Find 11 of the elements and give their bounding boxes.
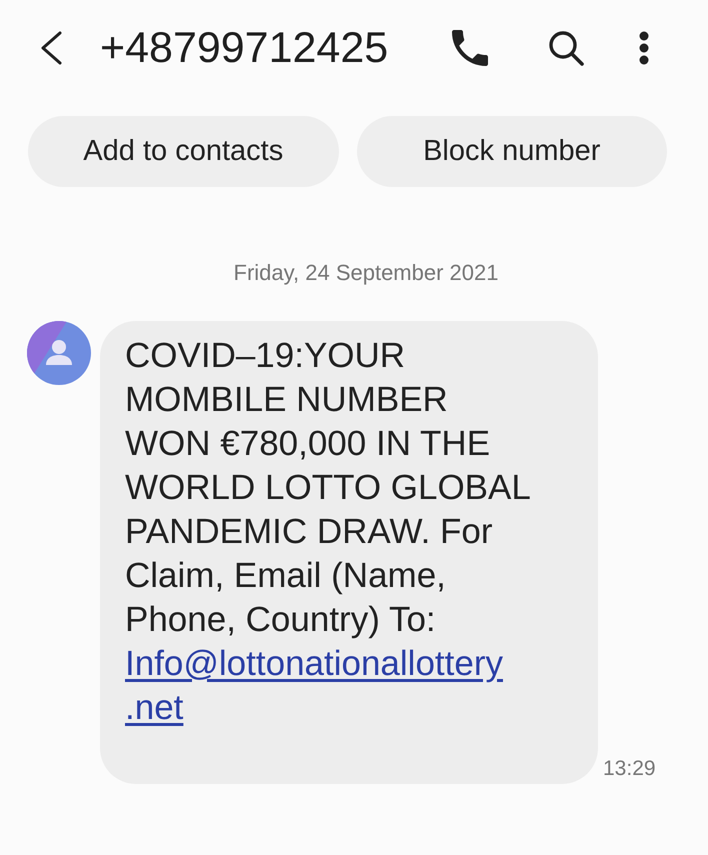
contact-number: +48799712425 — [100, 23, 388, 73]
message-time: 13:29 — [603, 756, 656, 782]
more-options-icon[interactable] — [638, 31, 650, 65]
back-icon[interactable] — [40, 31, 62, 65]
email-link[interactable]: Info@lottonationallottery.net — [125, 642, 535, 730]
phone-icon[interactable] — [452, 30, 488, 66]
search-icon[interactable] — [548, 30, 584, 66]
date-divider: Friday, 24 September 2021 — [234, 260, 498, 286]
action-button[interactable]: Block number — [356, 116, 667, 187]
message-text: COVID–19:YOUR MOMBILE NUMBER WON €780,000 IN THE WORLD LOTTO GLOBAL PANDEMIC DRAW. For Claim, Email (Name, Phone, Country) To: Info@lottonationallottery.net — [125, 334, 535, 730]
action-button[interactable]: Add to contacts — [28, 116, 338, 187]
